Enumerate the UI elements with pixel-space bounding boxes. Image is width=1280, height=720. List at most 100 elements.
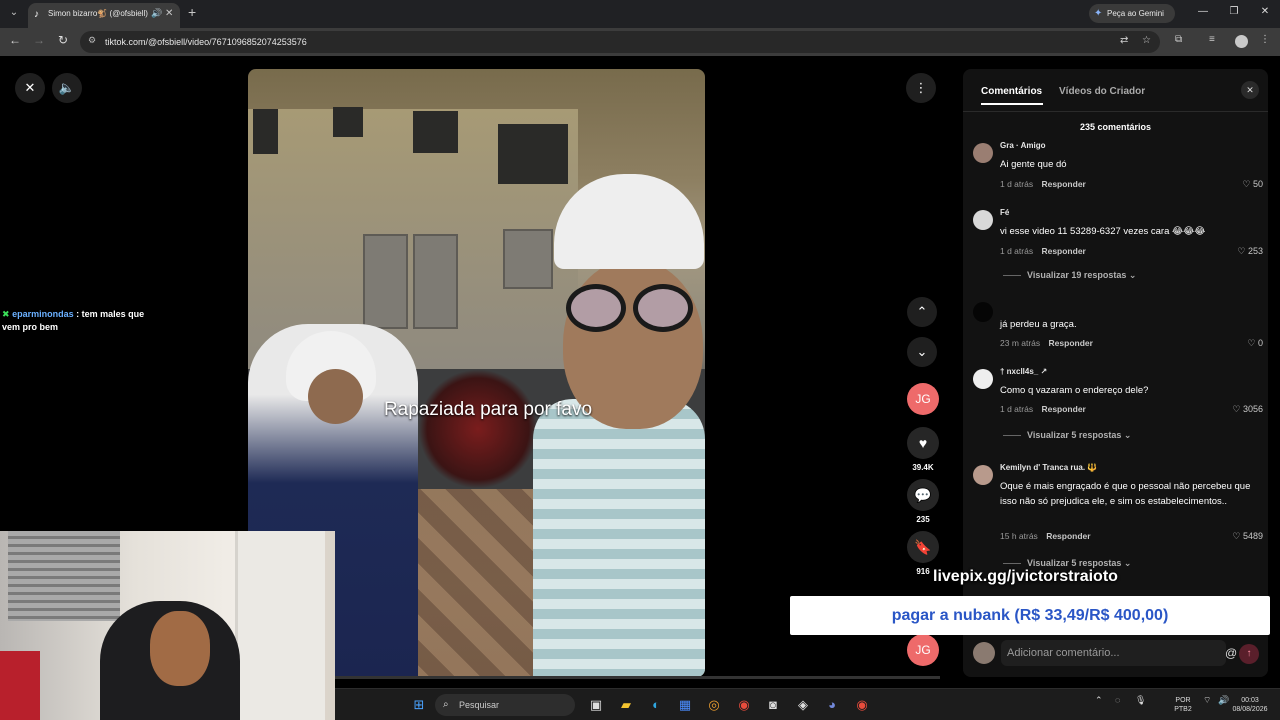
windows-start-icon[interactable]: ⊞ <box>410 696 428 714</box>
browser-tab[interactable]: ♪ Simon bizarro🐒 (@ofsbiell) 🔊 ✕ <box>28 3 180 28</box>
like-button[interactable]: ♥ 39.4K <box>905 427 941 472</box>
comment-like[interactable]: ♡ 5489 <box>1232 531 1263 542</box>
comment-like[interactable]: ♡ 0 <box>1247 338 1263 349</box>
send-comment-icon[interactable]: ↑ <box>1239 644 1259 664</box>
bookmark-star-icon[interactable]: ☆ <box>1142 35 1151 46</box>
forward-icon[interactable]: → <box>31 33 47 47</box>
language-bottom: PTB2 <box>1174 706 1192 713</box>
reply-button[interactable]: Responder <box>1041 246 1085 256</box>
comment-like[interactable]: ♡ 3056 <box>1232 404 1263 415</box>
comment-time: 15 h atrás <box>1000 531 1038 541</box>
comment-meta: 1 d atrás Responder <box>1000 179 1086 189</box>
obs-icon[interactable]: ◙ <box>764 696 782 714</box>
reply-button[interactable]: Responder <box>1041 179 1085 189</box>
gemini-icon: ✦ <box>1094 8 1103 19</box>
comment-avatar[interactable] <box>973 210 993 230</box>
new-tab-icon[interactable]: + <box>188 4 196 20</box>
creator-avatar-initials: JG <box>907 383 939 415</box>
reply-button[interactable]: Responder <box>1041 404 1085 414</box>
more-options-icon[interactable]: ⋮ <box>906 73 936 103</box>
comment-username[interactable]: Kemilyn d' Tranca rua. 🔱 <box>1000 463 1097 472</box>
comment-input[interactable]: Adicionar comentário... @ ☺ <box>1001 640 1257 666</box>
tab-comments-underline <box>981 103 1043 105</box>
video-progress-bar[interactable] <box>335 676 940 679</box>
tab-comments[interactable]: Comentários <box>981 86 1042 97</box>
url-text: tiktok.com/@ofsbiell/video/7671096852074… <box>105 37 307 47</box>
browser-toolbar: ← → ↻ ⚙ tiktok.com/@ofsbiell/video/76710… <box>0 28 1280 56</box>
clock[interactable]: 00:03 08/08/2026 <box>1220 696 1280 714</box>
creator-avatar-bottom[interactable]: JG <box>905 634 941 666</box>
translate-icon[interactable]: ⇄ <box>1120 35 1128 46</box>
comment-like[interactable]: ♡ 50 <box>1242 179 1263 190</box>
language-indicator[interactable]: POR PTB2 <box>1168 696 1198 714</box>
video-window <box>413 111 458 153</box>
previous-video-icon[interactable]: ⌃ <box>907 297 937 327</box>
tray-overflow-icon[interactable]: ⌃ <box>1095 695 1103 706</box>
view-replies-button[interactable]: Visualizar 5 respostas ⌄ <box>1003 430 1131 441</box>
comment-avatar[interactable] <box>973 302 993 322</box>
browser-menu-icon[interactable]: ⋮ <box>1260 34 1270 45</box>
tab-search-chevron-icon[interactable]: ⌄ <box>6 5 22 21</box>
reply-button[interactable]: Responder <box>1046 531 1090 541</box>
reply-button[interactable]: Responder <box>1049 338 1093 348</box>
store-icon[interactable]: ▦ <box>676 696 694 714</box>
task-view-icon[interactable]: ▣ <box>587 696 605 714</box>
extensions-icon[interactable]: ⧉ <box>1175 34 1182 45</box>
comment-username[interactable]: Fé <box>1000 208 1009 217</box>
media-control-icon[interactable]: ≡ <box>1209 34 1215 45</box>
close-video-icon[interactable]: ✕ <box>15 73 45 103</box>
tab-creator-videos[interactable]: Vídeos do Criador <box>1059 86 1145 97</box>
chat-username: eparminondas <box>12 309 74 319</box>
video-person-right <box>533 399 705 677</box>
mention-icon[interactable]: @ <box>1225 640 1237 666</box>
comment-meta: 1 d atrás Responder <box>1000 404 1086 414</box>
chrome-icon[interactable]: ◉ <box>735 696 753 714</box>
webcam-door <box>235 531 325 720</box>
comment-like-count: 50 <box>1252 179 1263 189</box>
minimize-icon[interactable]: — <box>1196 6 1210 17</box>
creator-avatar[interactable]: JG <box>905 383 941 415</box>
next-video-icon[interactable]: ⌄ <box>907 337 937 367</box>
video-door <box>503 229 553 289</box>
comment-avatar[interactable] <box>973 465 993 485</box>
app-icon-2[interactable]: ◈ <box>794 696 812 714</box>
volume-icon[interactable]: 🔈 <box>52 73 82 103</box>
screen: ⌄ ♪ Simon bizarro🐒 (@ofsbiell) 🔊 ✕ + ✦ P… <box>0 0 1280 720</box>
tab-close-icon[interactable]: ✕ <box>165 8 173 19</box>
chrome-icon-2[interactable]: ◉ <box>853 696 871 714</box>
microphone-icon[interactable]: 🎙 <box>1135 695 1146 706</box>
comment-button[interactable]: 💬 235 <box>905 479 941 524</box>
file-explorer-icon[interactable]: ▰ <box>617 696 635 714</box>
network-tray-icon[interactable]: ◌ <box>1115 695 1120 705</box>
comment-avatar[interactable] <box>973 369 993 389</box>
video-window <box>253 109 278 154</box>
gemini-label: Peça ao Gemini <box>1107 9 1164 18</box>
close-panel-icon[interactable]: ✕ <box>1241 81 1259 99</box>
restore-icon[interactable]: ❐ <box>1227 6 1241 17</box>
comment-icon: 💬 <box>907 479 939 511</box>
comment-like[interactable]: ♡ 253 <box>1237 246 1263 257</box>
app-icon[interactable]: ◎ <box>705 696 723 714</box>
tab-audio-icon[interactable]: 🔊 <box>151 8 162 19</box>
comment-count-label: 235 comentários <box>1079 122 1152 132</box>
site-info-icon[interactable]: ⚙ <box>88 35 96 46</box>
reload-icon[interactable]: ↻ <box>55 33 71 47</box>
edge-icon[interactable]: ◐ <box>647 696 665 714</box>
comment-like-count: 5489 <box>1242 531 1263 541</box>
comment-username[interactable]: Gra · Amigo <box>1000 141 1045 150</box>
gemini-button[interactable]: ✦ Peça ao Gemini <box>1089 4 1175 23</box>
comment-username[interactable]: † nxcll4s_ ↗ <box>1000 367 1047 376</box>
comment-input-bar: Adicionar comentário... @ ☺ ↑ <box>963 631 1268 677</box>
wifi-icon[interactable]: ⌔ <box>1203 695 1211 706</box>
view-replies-button[interactable]: Visualizar 19 respostas ⌄ <box>1003 270 1136 281</box>
discord-icon[interactable]: ◕ <box>823 696 841 714</box>
creator-avatar-bottom-initials: JG <box>907 634 939 666</box>
profile-avatar[interactable] <box>1235 35 1248 48</box>
chevron-down-icon: ⌄ <box>1123 430 1132 440</box>
comment-avatar[interactable] <box>973 143 993 163</box>
window-close-icon[interactable]: ✕ <box>1258 6 1272 17</box>
back-icon[interactable]: ← <box>7 33 23 47</box>
address-bar[interactable]: ⚙ tiktok.com/@ofsbiell/video/76710968520… <box>80 31 1160 53</box>
comment-time: 1 d atrás <box>1000 404 1034 414</box>
taskbar-search[interactable]: ⌕ Pesquisar <box>435 694 575 716</box>
